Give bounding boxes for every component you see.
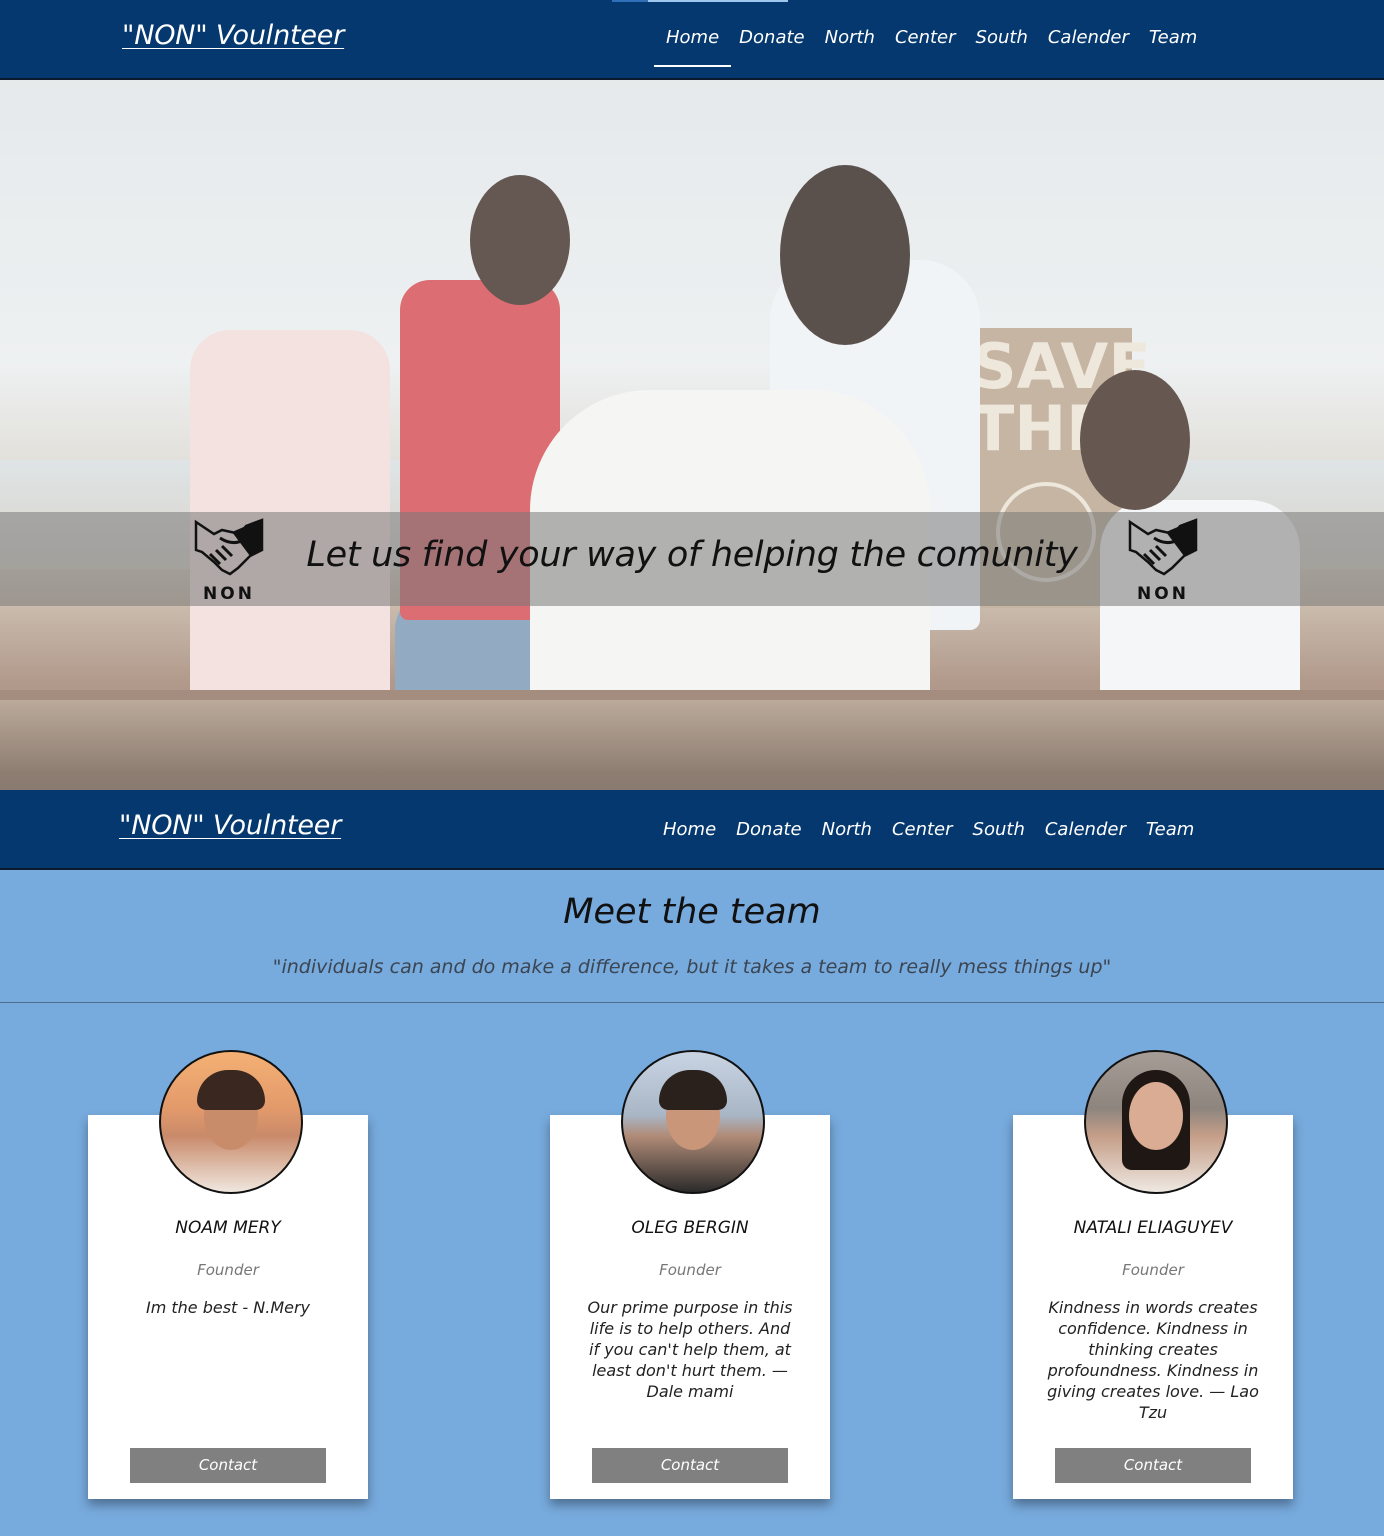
nav-north[interactable]: North bbox=[815, 27, 885, 48]
nav-team[interactable]: Team bbox=[1136, 819, 1204, 840]
member-quote: Our prime purpose in this life is to hel… bbox=[587, 1298, 793, 1401]
nav-donate[interactable]: Donate bbox=[726, 819, 811, 840]
contact-button[interactable]: Contact bbox=[592, 1448, 788, 1483]
nav-calender[interactable]: Calender bbox=[1038, 27, 1139, 48]
handshake-logo-icon: NON bbox=[1126, 516, 1200, 606]
nav-center[interactable]: Center bbox=[885, 27, 966, 48]
page-title: Meet the team bbox=[563, 892, 821, 932]
member-role: Founder bbox=[1122, 1261, 1184, 1279]
nav-donate[interactable]: Donate bbox=[729, 27, 814, 48]
nav-home[interactable]: Home bbox=[653, 819, 726, 840]
nav-team[interactable]: Team bbox=[1139, 27, 1207, 48]
member-quote: Kindness in words creates confidence. Ki… bbox=[1047, 1298, 1259, 1422]
scroll-indicator-thumb bbox=[612, 0, 648, 2]
member-quote: Im the best - N.Mery bbox=[145, 1298, 311, 1317]
team-header: Meet the team "individuals can and do ma… bbox=[0, 872, 1384, 1003]
hero-banner: NON Let us find your way of helping the … bbox=[0, 512, 1384, 606]
nav-links: Home Donate North Center South Calender … bbox=[653, 819, 1204, 840]
avatar bbox=[159, 1050, 303, 1194]
nav-home[interactable]: Home bbox=[653, 27, 732, 67]
member-role: Founder bbox=[659, 1261, 721, 1279]
member-name: NATALI ELIAGUYEV bbox=[1073, 1218, 1233, 1238]
member-role: Founder bbox=[197, 1261, 259, 1279]
nav-north[interactable]: North bbox=[812, 819, 882, 840]
nav-links: Home Donate North Center South Calender … bbox=[653, 27, 1207, 67]
contact-button[interactable]: Contact bbox=[130, 1448, 326, 1483]
nav-south[interactable]: South bbox=[963, 819, 1035, 840]
member-name: NOAM MERY bbox=[175, 1218, 281, 1238]
contact-button[interactable]: Contact bbox=[1055, 1448, 1251, 1483]
avatar bbox=[1084, 1050, 1228, 1194]
brand-link[interactable]: "NON" Voulnteer bbox=[122, 20, 344, 51]
member-name: OLEG BERGIN bbox=[631, 1218, 749, 1238]
hero-image: SAVE THE NON Let us find your way of hel… bbox=[0, 80, 1384, 790]
avatar bbox=[621, 1050, 765, 1194]
top-navbar: "NON" Voulnteer Home Donate North Center… bbox=[0, 0, 1384, 80]
team-quote: "individuals can and do make a differenc… bbox=[272, 956, 1112, 978]
nav-center[interactable]: Center bbox=[882, 819, 963, 840]
nav-calender[interactable]: Calender bbox=[1035, 819, 1136, 840]
secondary-navbar: "NON" Voulnteer Home Donate North Center… bbox=[0, 790, 1384, 870]
nav-south[interactable]: South bbox=[966, 27, 1038, 48]
brand-link[interactable]: "NON" Voulnteer bbox=[119, 810, 341, 841]
